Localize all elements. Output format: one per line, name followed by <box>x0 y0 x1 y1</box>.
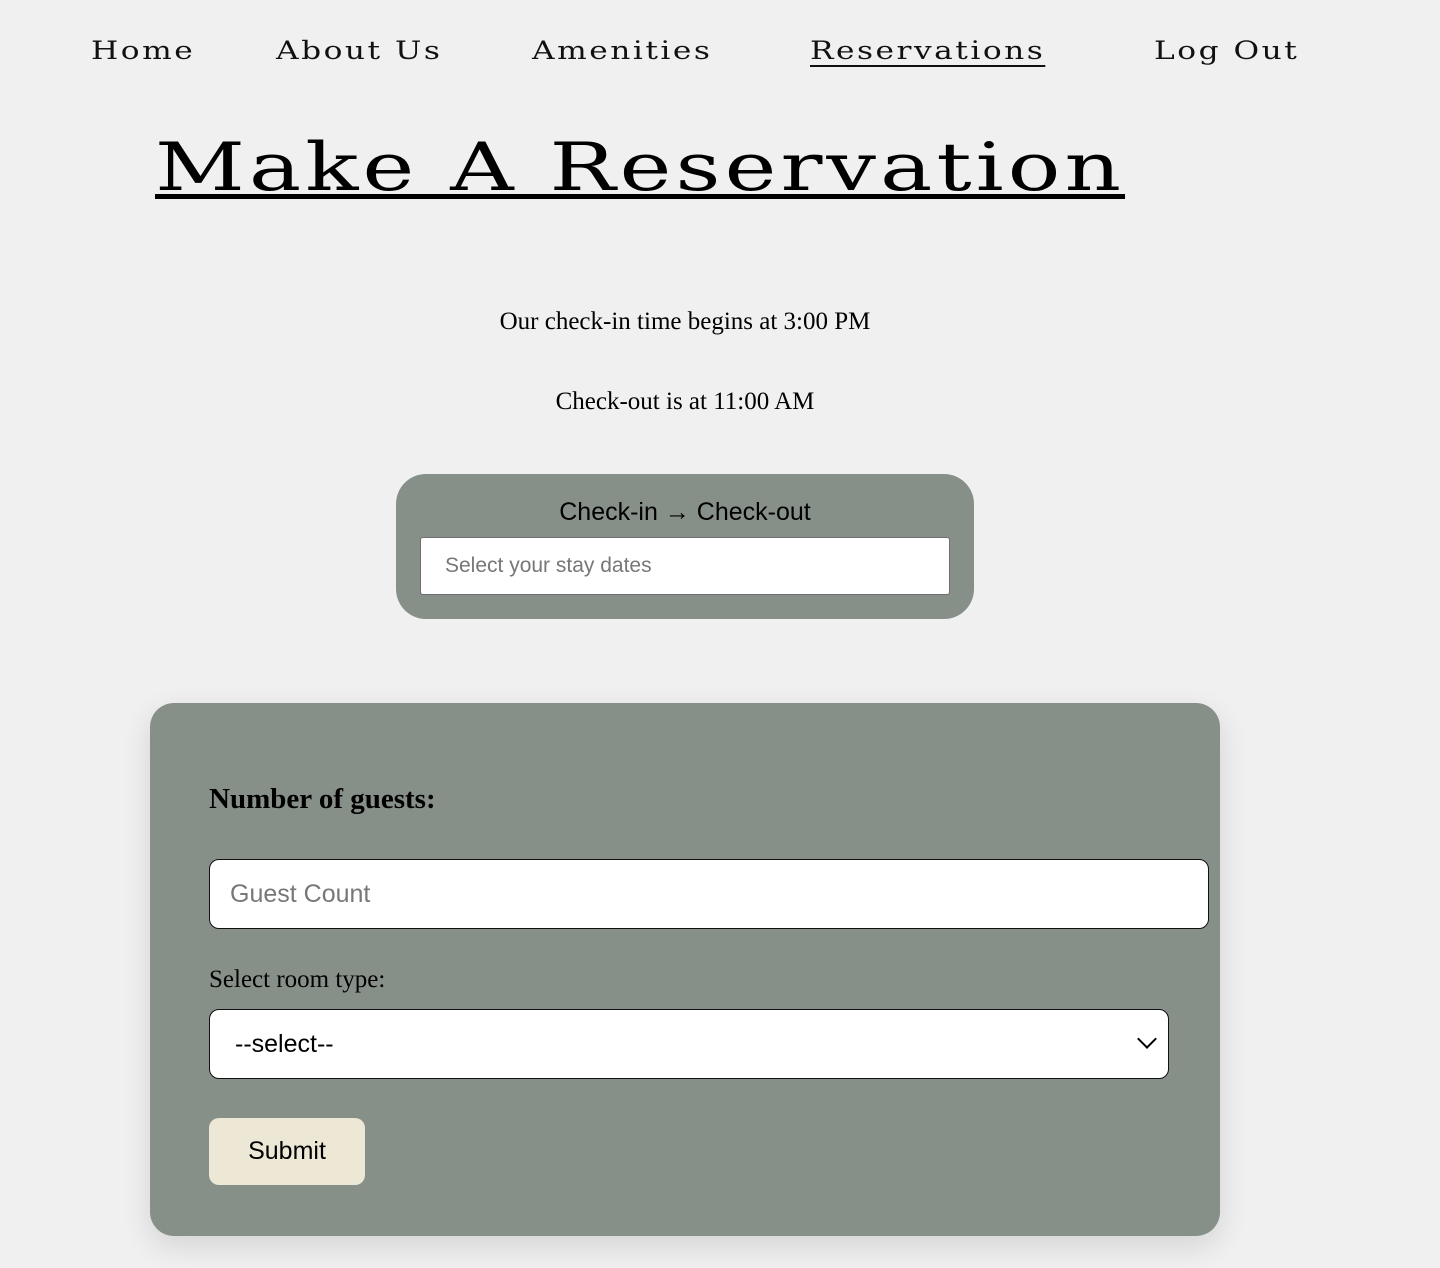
page-title: Make A Reservation <box>155 129 1126 206</box>
room-type-select[interactable]: --select-- <box>209 1009 1169 1079</box>
guests-label: Number of guests: <box>209 783 436 815</box>
nav-link-home[interactable]: Home <box>91 36 195 65</box>
room-type-selected-value: --select-- <box>235 1030 334 1058</box>
nav-link-about-us[interactable]: About Us <box>276 36 442 65</box>
nav-link-reservations[interactable]: Reservations <box>810 36 1045 65</box>
nav-link-log-out[interactable]: Log Out <box>1154 36 1299 65</box>
checkin-info: Our check-in time begins at 3:00 PM <box>499 308 871 335</box>
room-type-label: Select room type: <box>209 966 386 993</box>
submit-button[interactable]: Submit <box>209 1118 365 1185</box>
date-range-card: Check-in → Check-out <box>396 474 974 619</box>
chevron-down-icon <box>1137 1029 1157 1049</box>
checkout-info: Check-out is at 11:00 AM <box>555 388 815 415</box>
main-nav: Home About Us Amenities Reservations Log… <box>0 36 1440 76</box>
stay-dates-input[interactable] <box>420 537 950 595</box>
date-range-label: Check-in → Check-out <box>559 498 811 526</box>
reservation-form: Number of guests: Select room type: --se… <box>150 703 1220 1236</box>
guest-count-input[interactable] <box>209 859 1209 929</box>
nav-link-amenities[interactable]: Amenities <box>532 36 712 65</box>
